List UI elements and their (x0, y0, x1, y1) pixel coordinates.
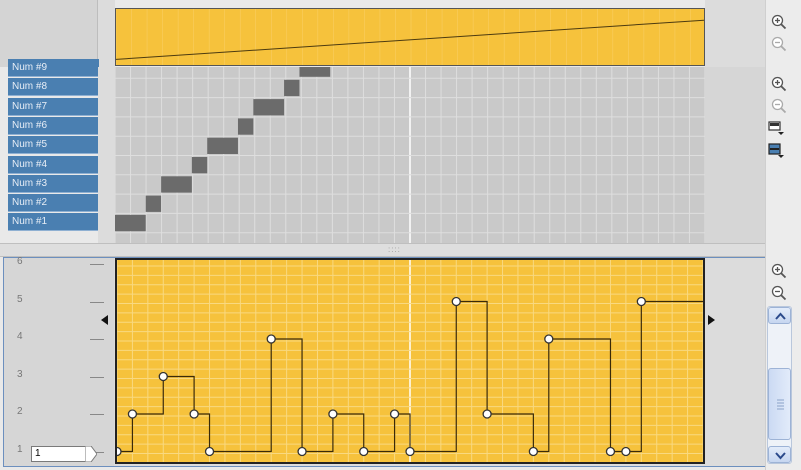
automation-point[interactable] (158, 371, 168, 382)
automation-point[interactable] (127, 409, 138, 419)
row-label-column: Num #9 Num #8 Num #7 Num #6 Num #5 Num #4 Num … (8, 59, 99, 243)
automation-point[interactable] (544, 334, 554, 344)
zoom-in-icon[interactable] (771, 263, 787, 279)
sequencer-window: Num #9 Num #8 Num #7 Num #6 Num #5 Num #4 Num … (0, 0, 801, 470)
tempo-lane[interactable] (115, 8, 705, 66)
axis-tick-label: 5 (17, 293, 23, 305)
step-grid[interactable] (114, 58, 706, 243)
zoom-in-icon[interactable] (771, 76, 787, 92)
automation-point[interactable] (389, 409, 400, 419)
zoom-out-icon[interactable] (771, 285, 787, 301)
scroll-down-button[interactable] (768, 446, 791, 463)
note-block[interactable] (115, 214, 146, 232)
note-block[interactable] (284, 79, 300, 97)
scroll-thumb[interactable] (768, 368, 791, 440)
value-input[interactable]: 1 (31, 446, 86, 462)
row-label[interactable]: Num #5 (8, 136, 99, 155)
row-label[interactable]: Num #9 (8, 59, 99, 77)
automation-point[interactable] (605, 446, 616, 457)
tempo-ramp-line[interactable] (116, 19, 704, 60)
tempo-ramp-svg (116, 9, 704, 65)
loop-start-marker-icon[interactable] (101, 315, 108, 325)
automation-point[interactable] (328, 409, 338, 419)
axis-tick-label: 3 (17, 368, 23, 380)
row-label[interactable]: Num #3 (8, 174, 99, 193)
axis-tick-line (90, 376, 104, 378)
automation-point[interactable] (266, 334, 276, 344)
automation-point[interactable] (117, 446, 122, 457)
value-input-pointer-icon (85, 446, 97, 462)
loop-end-marker-icon[interactable] (708, 315, 715, 325)
row-label[interactable]: Num #2 (8, 194, 99, 213)
row-label[interactable]: Num #6 (8, 116, 99, 135)
note-block[interactable] (253, 99, 285, 116)
pane-divider[interactable] (0, 243, 765, 257)
automation-point[interactable] (359, 446, 369, 457)
lane-view-icon[interactable] (768, 120, 784, 136)
value-right-gutter (705, 258, 765, 466)
step-grid-svg (114, 58, 706, 243)
value-lane[interactable] (115, 258, 705, 464)
zoom-in-icon[interactable] (771, 14, 787, 30)
tempo-right-gutter (705, 0, 765, 67)
row-gutter (98, 67, 115, 243)
tempo-label-area (0, 0, 98, 67)
note-block[interactable] (161, 176, 192, 193)
automation-point[interactable] (297, 446, 307, 457)
axis-tick-label: 6 (17, 256, 23, 267)
row-label[interactable]: Num #8 (8, 78, 99, 97)
automation-point[interactable] (528, 446, 539, 457)
automation-point[interactable] (636, 296, 646, 307)
row-label[interactable]: Num #1 (8, 213, 99, 232)
lane-color-icon[interactable] (768, 143, 784, 159)
tempo-gutter (98, 0, 115, 67)
axis-tick-line (90, 414, 104, 415)
note-block[interactable] (299, 60, 331, 77)
row-label[interactable]: Num #7 (8, 97, 99, 116)
automation-point[interactable] (621, 446, 631, 457)
note-block[interactable] (237, 118, 254, 135)
automation-point[interactable] (204, 446, 215, 457)
grid-right-gutter (705, 67, 765, 243)
axis-tick-label: 1 (17, 443, 23, 455)
grip-icon (777, 399, 784, 410)
scroll-up-button[interactable] (768, 307, 791, 324)
chevron-up-icon (775, 312, 786, 320)
axis-tick-line (90, 264, 104, 265)
chevron-down-icon (775, 452, 786, 460)
automation-point[interactable] (189, 409, 199, 419)
zoom-out-icon[interactable] (771, 98, 787, 114)
note-block[interactable] (207, 137, 238, 154)
automation-point[interactable] (451, 296, 461, 307)
axis-tick-label: 4 (17, 331, 23, 342)
value-lane-svg (117, 260, 703, 462)
axis-tick-line (90, 339, 104, 340)
row-label[interactable]: Num #4 (8, 155, 99, 174)
note-block[interactable] (191, 157, 208, 174)
axis-tick-label: 2 (17, 406, 23, 417)
automation-point[interactable] (405, 446, 415, 457)
note-block[interactable] (145, 195, 162, 212)
divider-grip-icon[interactable]: :::: (388, 246, 410, 254)
zoom-out-icon[interactable] (771, 36, 787, 52)
automation-point[interactable] (482, 409, 492, 419)
axis-tick-line (90, 301, 104, 303)
value-axis: 1 2 3 4 5 6 (4, 256, 114, 466)
